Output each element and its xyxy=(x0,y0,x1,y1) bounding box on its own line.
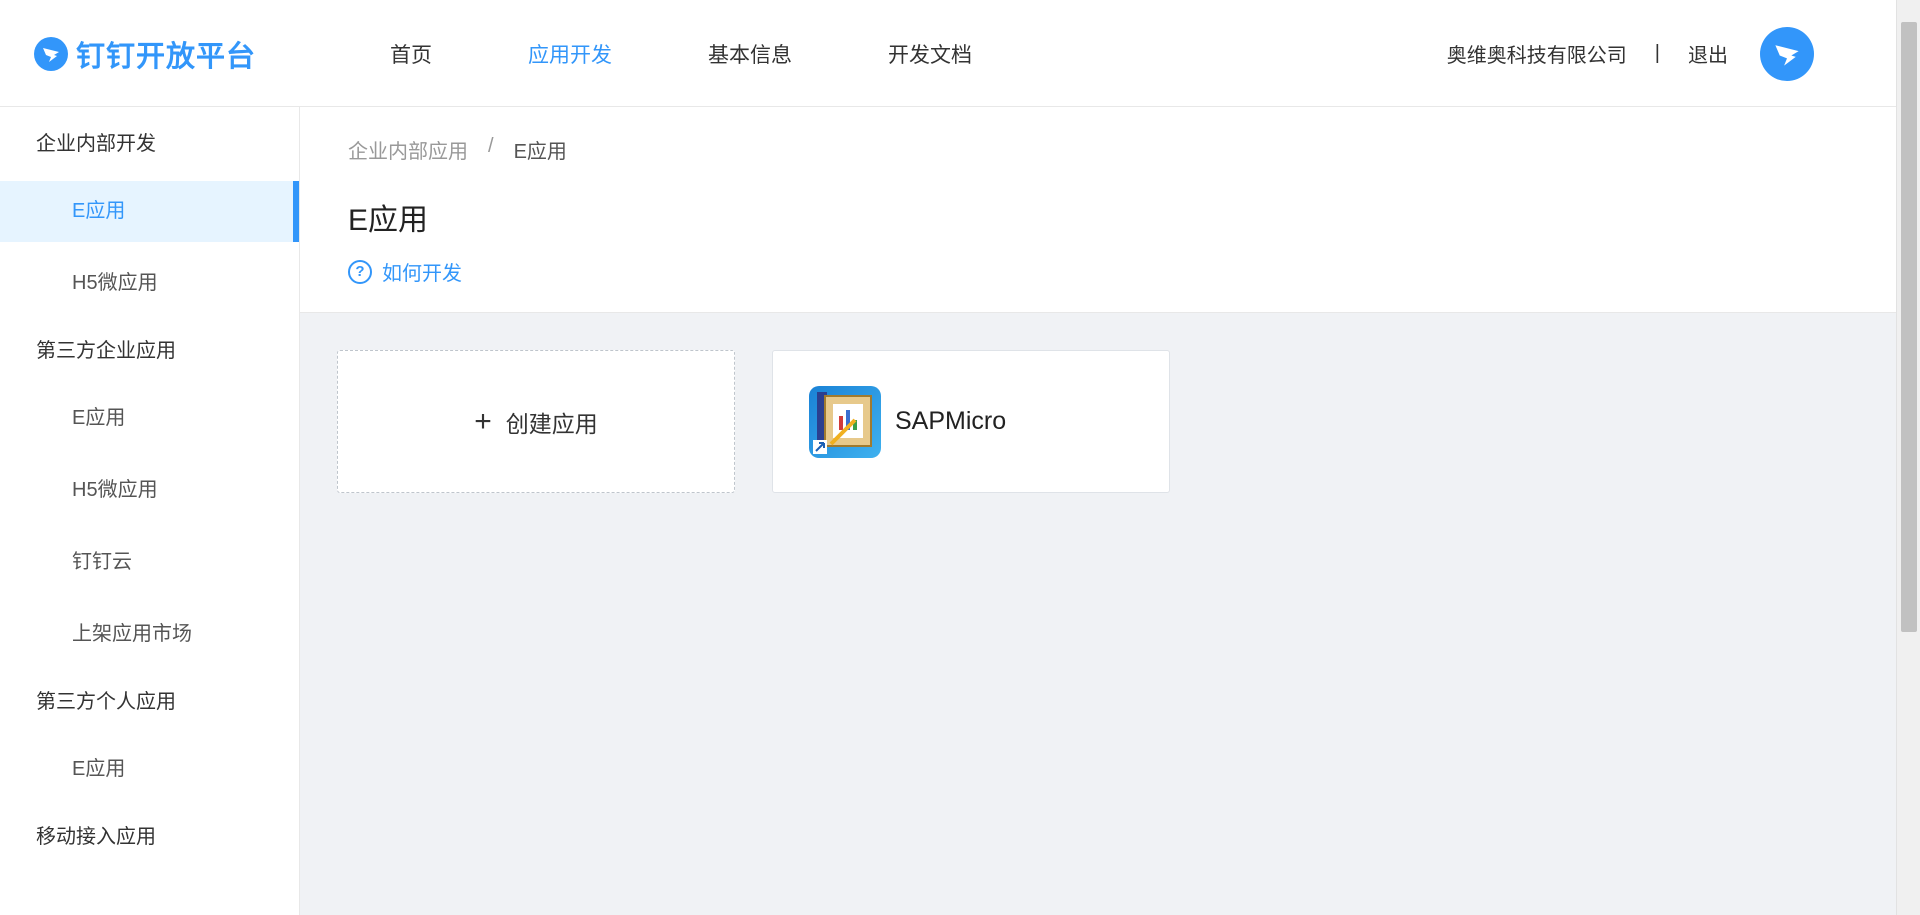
nav-home[interactable]: 首页 xyxy=(390,39,432,69)
page-header-panel: 企业内部应用 / E应用 E应用 ? 如何开发 xyxy=(300,107,1896,313)
nav-dev-docs[interactable]: 开发文档 xyxy=(888,39,972,69)
sidebar-group-third-party-enterprise: 第三方企业应用 xyxy=(36,340,176,362)
breadcrumb-separator: / xyxy=(488,135,494,157)
app-name: SAPMicro xyxy=(895,407,1007,435)
how-to-develop-label: 如何开发 xyxy=(382,263,462,285)
page-scrollbar[interactable] xyxy=(1896,0,1920,915)
sidebar-group-third-party-personal: 第三方个人应用 xyxy=(36,691,176,713)
plus-icon: + xyxy=(474,404,492,438)
logo-text: 钉钉开放平台 xyxy=(76,41,257,73)
top-header: 钉钉开放平台 首页 应用开发 基本信息 开发文档 奥维奥科技有限公司 | 退出 xyxy=(0,0,1896,107)
nav-basic-info[interactable]: 基本信息 xyxy=(708,39,792,69)
sidebar-group-internal: 企业内部开发 xyxy=(36,133,156,155)
app-card[interactable]: SAPMicro xyxy=(772,350,1170,493)
breadcrumb-parent[interactable]: 企业内部应用 xyxy=(348,135,468,164)
question-circle-icon: ? xyxy=(348,259,372,284)
dingtalk-avatar-icon xyxy=(1775,44,1799,66)
page-title: E应用 xyxy=(348,204,429,237)
breadcrumb: 企业内部应用 / E应用 xyxy=(348,135,567,164)
header-user-area: 奥维奥科技有限公司 | 退出 xyxy=(1447,0,1814,107)
sidebar-item-3p-e-app[interactable]: E应用 xyxy=(0,388,299,449)
breadcrumb-current: E应用 xyxy=(513,141,567,163)
user-avatar[interactable] xyxy=(1760,26,1814,81)
create-app-label: 创建应用 xyxy=(505,410,598,437)
sidebar: 企业内部开发 E应用 H5微应用 第三方企业应用 E应用 H5微应用 钉钉云 上… xyxy=(0,107,300,915)
create-app-card[interactable]: + 创建应用 xyxy=(337,350,735,493)
sidebar-item-3p-market[interactable]: 上架应用市场 xyxy=(0,604,299,665)
sidebar-item-personal-e-app[interactable]: E应用 xyxy=(0,739,299,800)
app-icon xyxy=(809,385,881,458)
nav-app-development[interactable]: 应用开发 xyxy=(528,39,612,69)
scrollbar-thumb[interactable] xyxy=(1901,22,1917,632)
sidebar-item-3p-dingcloud[interactable]: 钉钉云 xyxy=(0,532,299,593)
header-separator: | xyxy=(1654,42,1660,64)
sidebar-item-internal-h5[interactable]: H5微应用 xyxy=(0,253,299,314)
how-to-develop-link[interactable]: ? 如何开发 xyxy=(348,257,462,286)
sidebar-group-mobile-access: 移动接入应用 xyxy=(36,826,156,848)
company-name: 奥维奥科技有限公司 xyxy=(1446,45,1627,67)
main-nav: 首页 应用开发 基本信息 开发文档 xyxy=(390,0,1068,107)
sidebar-item-3p-h5[interactable]: H5微应用 xyxy=(0,460,299,521)
sidebar-item-internal-e-app[interactable]: E应用 xyxy=(0,181,299,242)
dingtalk-logo[interactable]: 钉钉开放平台 xyxy=(34,32,256,76)
logout-link[interactable]: 退出 xyxy=(1688,39,1728,68)
dingtalk-wing-icon xyxy=(34,37,68,71)
